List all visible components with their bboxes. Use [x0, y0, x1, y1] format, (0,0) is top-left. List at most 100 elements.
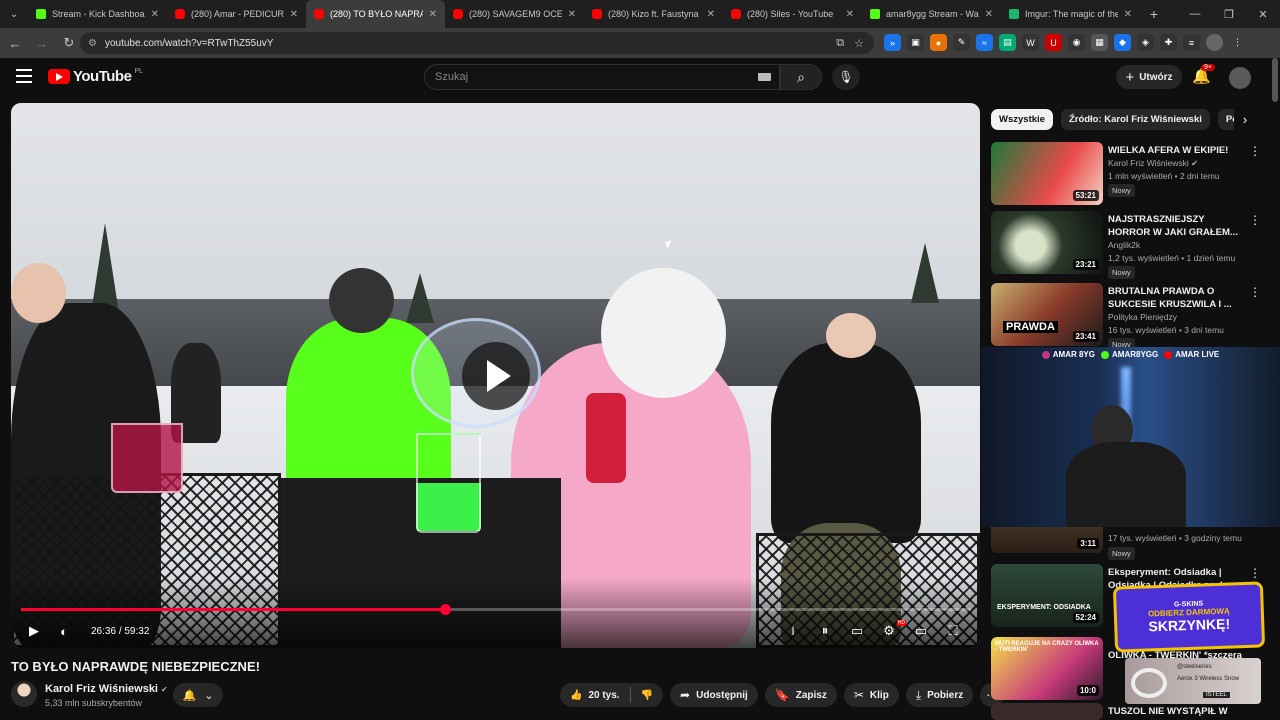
bookmark-star-icon[interactable]: ☆: [854, 37, 864, 50]
browser-tab[interactable]: (280) SAVAGEM9 OCENIA ✕: [445, 0, 584, 28]
video-thumbnail[interactable]: 53:21: [991, 142, 1103, 205]
volume-icon[interactable]: ◐: [49, 618, 79, 644]
extension-icon[interactable]: »: [884, 34, 901, 51]
more-options-icon[interactable]: ⋮: [1249, 144, 1261, 158]
recommendation-item[interactable]: TUSZOL NIE WYSTĄPIŁ W: [991, 703, 1271, 720]
extension-icon[interactable]: ✎: [953, 34, 970, 51]
recommendation-item[interactable]: PRAWDA 23:41 BRUTALNA PRAWDA O SUKCESIE …: [991, 283, 1271, 351]
progress-bar[interactable]: [21, 604, 971, 615]
browser-tab[interactable]: Stream - Kick Dashboard ✕: [28, 0, 167, 28]
download-button[interactable]: ⤓ Pobierz: [905, 683, 974, 707]
extension-icon[interactable]: ●: [930, 34, 947, 51]
more-options-icon[interactable]: ⋮: [1249, 566, 1261, 580]
account-avatar[interactable]: [1229, 67, 1251, 89]
video-thumbnail[interactable]: 23:21: [991, 211, 1103, 274]
close-tab-icon[interactable]: ✕: [707, 9, 715, 20]
share-button[interactable]: ➦ Udostępnij: [670, 683, 758, 707]
video-thumbnail[interactable]: EKSPERYMENT: ODSIADKA 52:24: [991, 564, 1103, 627]
keyboard-icon[interactable]: [758, 73, 771, 81]
video-frame-person: [586, 393, 626, 483]
menu-icon[interactable]: [16, 69, 32, 83]
profile-avatar[interactable]: [1206, 34, 1223, 51]
close-tab-icon[interactable]: ✕: [1124, 9, 1132, 20]
recommendation-title[interactable]: WIELKA AFERA W EKIPIE!: [1108, 144, 1248, 157]
reading-list-icon[interactable]: ≡: [1183, 34, 1200, 51]
extension-icon[interactable]: ▤: [999, 34, 1016, 51]
maximize-icon[interactable]: ❐: [1212, 8, 1246, 21]
close-tab-icon[interactable]: ✕: [568, 9, 576, 20]
video-duration: 53:21: [1072, 190, 1099, 201]
recommendation-item[interactable]: 53:21 WIELKA AFERA W EKIPIE! Karol Friz …: [991, 142, 1271, 206]
youtube-logo[interactable]: YouTube PL: [48, 68, 143, 85]
new-tab-button[interactable]: +: [1140, 6, 1168, 22]
recommendation-item[interactable]: 23:21 NAJSTRASZNIEJSZY HORROR W JAKI GRA…: [991, 211, 1271, 279]
extension-icon[interactable]: ▣: [907, 34, 924, 51]
chip-source[interactable]: Źródło: Karol Friz Wiśniewski: [1060, 109, 1210, 130]
notifications-button[interactable]: 🔔 9+: [1192, 64, 1215, 85]
subtitles-icon[interactable]: ▭: [842, 618, 872, 644]
extension-icon[interactable]: ◈: [1137, 34, 1154, 51]
channel-avatar[interactable]: [11, 681, 37, 707]
browser-tab[interactable]: amar8ygg Stream - Watc ✕: [862, 0, 1001, 28]
fullscreen-icon[interactable]: ⛶: [938, 618, 968, 644]
search-button[interactable]: ⌕: [780, 64, 822, 90]
channel-name-row[interactable]: Karol Friz Wiśniewski ✔: [45, 683, 168, 695]
minimize-icon[interactable]: —: [1178, 8, 1212, 20]
reload-icon[interactable]: ↻: [57, 35, 81, 51]
dislike-button[interactable]: 👎: [631, 683, 663, 707]
forward-icon[interactable]: →: [30, 36, 54, 51]
tab-search-icon[interactable]: ⌄: [0, 0, 28, 28]
url-text[interactable]: youtube.com/watch?v=RTwThZ55uvY: [105, 38, 836, 49]
more-options-icon[interactable]: ⋮: [1249, 285, 1261, 299]
create-button[interactable]: + Utwórz: [1116, 65, 1182, 89]
close-window-icon[interactable]: ✕: [1246, 8, 1280, 21]
cast-icon[interactable]: ⧉: [836, 37, 844, 50]
extension-icon[interactable]: ≈: [976, 34, 993, 51]
like-button[interactable]: 👍 20 tys.: [560, 683, 630, 707]
extension-icon[interactable]: ▦: [1091, 34, 1108, 51]
extension-icon[interactable]: W: [1022, 34, 1039, 51]
address-bar[interactable]: ⚙ youtube.com/watch?v=RTwThZ55uvY ⧉ ☆: [80, 32, 874, 54]
pause-autoplay-icon[interactable]: ⏸: [810, 618, 840, 644]
extension-icon[interactable]: ◉: [1068, 34, 1085, 51]
close-tab-icon[interactable]: ✕: [151, 9, 159, 20]
big-play-button[interactable]: [462, 342, 530, 410]
close-tab-icon[interactable]: ✕: [985, 9, 993, 20]
more-options-icon[interactable]: ⋮: [1249, 213, 1261, 227]
subscription-bell-button[interactable]: 🔔 ⌄: [173, 683, 223, 707]
chip-all[interactable]: Wszystkie: [991, 109, 1053, 130]
autoplay-toggle-icon[interactable]: ⏽: [778, 618, 808, 644]
browser-tab[interactable]: (280) Kizo ft. Faustyna Ma ✕: [584, 0, 723, 28]
clip-button[interactable]: ✂ Klip: [843, 683, 899, 707]
extension-icon[interactable]: ◆: [1114, 34, 1131, 51]
close-tab-icon[interactable]: ✕: [846, 9, 854, 20]
play-icon[interactable]: ▶: [19, 618, 49, 644]
back-icon[interactable]: ←: [3, 36, 27, 51]
recommendation-title[interactable]: BRUTALNA PRAWDA O SUKCESIE KRUSZWILA I .…: [1108, 285, 1248, 311]
browser-tab[interactable]: (280) TO BYŁO NAPRAWD ✕: [306, 0, 445, 28]
page-scrollbar[interactable]: [1272, 58, 1278, 102]
close-tab-icon[interactable]: ✕: [290, 9, 298, 20]
video-thumbnail[interactable]: [991, 703, 1103, 720]
theater-mode-icon[interactable]: ▭: [906, 618, 936, 644]
progress-scrubber[interactable]: [439, 604, 451, 615]
recommendation-title[interactable]: NAJSTRASZNIEJSZY HORROR W JAKI GRAŁEM...: [1108, 213, 1248, 239]
chevron-right-icon[interactable]: ›: [1234, 109, 1256, 130]
save-button[interactable]: 🔖 Zapisz: [764, 683, 837, 707]
close-tab-icon[interactable]: ✕: [429, 9, 437, 20]
video-player[interactable]: ▶ ◐ 26:36 / 59:32 ⏽ ⏸ ▭ ⚙ HD ▭ ⛶: [11, 103, 980, 648]
browser-menu-icon[interactable]: ⋮: [1229, 34, 1246, 51]
recommendation-title[interactable]: TUSZOL NIE WYSTĄPIŁ W: [1108, 705, 1248, 718]
voice-search-button[interactable]: 🎙: [832, 64, 860, 90]
browser-tab[interactable]: (280) Siles - YouTube ✕: [723, 0, 862, 28]
settings-gear-icon[interactable]: ⚙ HD: [874, 618, 906, 644]
browser-tab[interactable]: Imgur: The magic of the I ✕: [1001, 0, 1140, 28]
browser-tab[interactable]: (280) Amar - PEDICURE - ✕: [167, 0, 306, 28]
site-info-icon[interactable]: ⚙: [88, 38, 97, 49]
video-thumbnail[interactable]: PRAWDA 23:41: [991, 283, 1103, 346]
channel-name[interactable]: Karol Friz Wiśniewski: [45, 683, 158, 695]
video-thumbnail[interactable]: MUTI REAGUJE NA CRAZY OLIWKA - TWERKIN' …: [991, 637, 1103, 700]
extension-icon[interactable]: U: [1045, 34, 1062, 51]
extensions-puzzle-icon[interactable]: ✚: [1160, 34, 1177, 51]
search-input[interactable]: [435, 71, 758, 83]
